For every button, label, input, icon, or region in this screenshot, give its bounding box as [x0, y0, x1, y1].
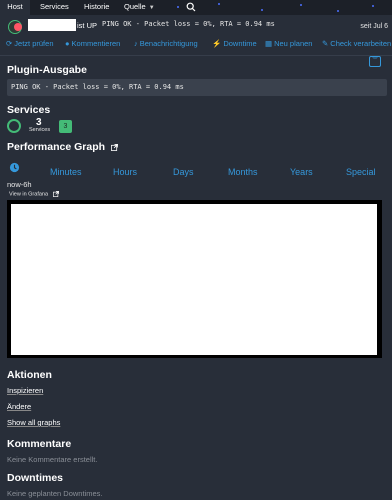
range-minutes[interactable]: Minutes	[50, 167, 82, 177]
comment-label: Kommentieren	[71, 39, 121, 48]
host-state: ist UP	[77, 21, 98, 30]
refresh-icon: ⟳	[6, 39, 13, 48]
tab-host[interactable]: Host	[0, 0, 30, 15]
divider	[0, 55, 392, 56]
downtimes-empty: Keine geplanten Downtimes.	[7, 489, 103, 498]
downtime-label: Downtime	[223, 39, 257, 48]
tab-source-label: Quelle	[124, 2, 146, 11]
host-state-ball	[8, 20, 22, 34]
reschedule-button[interactable]: ▦ Neu planen	[265, 39, 312, 48]
graph-canvas[interactable]	[11, 204, 377, 355]
services-title: Services	[7, 104, 51, 116]
perf-graph-title: Performance Graph	[7, 141, 118, 153]
range-years[interactable]: Years	[290, 167, 313, 177]
tab-history[interactable]: Historie	[84, 0, 109, 15]
modify-link[interactable]: Ändere	[7, 402, 31, 411]
collapse-chevron-icon[interactable]: ︾	[369, 56, 381, 67]
search-icon[interactable]	[186, 2, 196, 12]
services-ok-badge[interactable]: 3	[59, 120, 72, 133]
process-check-button[interactable]: ✎ Check verarbeiten	[322, 39, 391, 48]
header-plugin-output: PING OK - Packet loss = 0%, RTA = 0.94 m…	[102, 20, 275, 28]
reschedule-label: Neu planen	[274, 39, 313, 48]
edit-icon: ✎	[322, 39, 329, 48]
comments-empty: Keine Kommentare erstellt.	[7, 455, 98, 464]
comment-button[interactable]: ● Kommentieren	[65, 39, 120, 48]
hostname-redacted	[28, 19, 76, 31]
inspect-link[interactable]: Inspizieren	[7, 386, 43, 395]
quick-actions: ⟳ Jetzt prüfen ● Kommentieren ♪ Benachricht…	[0, 39, 392, 53]
plugin-output-title: Plugin-Ausgabe	[7, 64, 87, 76]
plugin-output: PING OK - Packet loss = 0%, RTA = 0.94 m…	[7, 79, 387, 96]
range-hours[interactable]: Hours	[113, 167, 137, 177]
notification-label: Benachrichtigung	[139, 39, 198, 48]
calendar-icon: ▦	[265, 39, 273, 48]
tab-services[interactable]: Services	[40, 0, 69, 15]
show-all-graphs-link[interactable]: Show all graphs	[7, 418, 60, 427]
state-since: seit Jul 6	[360, 23, 388, 30]
tab-bar: Host Services Historie Quelle ▼	[0, 0, 392, 15]
bell-icon: ♪	[134, 39, 138, 48]
state-dot	[14, 22, 22, 31]
decor-dot	[218, 3, 220, 5]
current-range: now-6h	[7, 180, 32, 189]
range-special[interactable]: Special	[346, 167, 376, 177]
external-link-icon	[52, 191, 59, 197]
services-donut[interactable]	[7, 119, 21, 133]
process-check-label: Check verarbeiten	[330, 39, 392, 48]
tab-source[interactable]: Quelle ▼	[124, 0, 155, 15]
services-count-label: Services	[29, 127, 51, 133]
comments-title: Kommentare	[7, 438, 72, 450]
grafana-link-label: View in Grafana	[9, 191, 49, 198]
notification-button[interactable]: ♪ Benachrichtigung	[134, 39, 198, 48]
check-now-button[interactable]: ⟳ Jetzt prüfen	[6, 39, 54, 48]
external-link-icon[interactable]	[111, 143, 118, 151]
decor-dot	[177, 6, 179, 8]
plug-icon: ⚡	[212, 39, 222, 48]
clock-icon[interactable]	[9, 162, 20, 173]
decor-dot	[300, 4, 302, 6]
decor-dot	[372, 5, 374, 7]
downtime-button[interactable]: ⚡ Downtime	[212, 39, 257, 48]
range-days[interactable]: Days	[173, 167, 194, 177]
actions-title: Aktionen	[7, 369, 52, 381]
range-months[interactable]: Months	[228, 167, 258, 177]
downtimes-title: Downtimes	[7, 472, 64, 484]
decor-dot	[337, 10, 339, 12]
check-now-label: Jetzt prüfen	[14, 39, 54, 48]
grafana-link[interactable]: View in Grafana	[9, 191, 59, 197]
chevron-down-icon: ▼	[148, 5, 155, 11]
decor-dot	[261, 9, 263, 11]
perf-graph-title-text: Performance Graph	[7, 141, 106, 153]
comment-icon: ●	[65, 39, 70, 48]
